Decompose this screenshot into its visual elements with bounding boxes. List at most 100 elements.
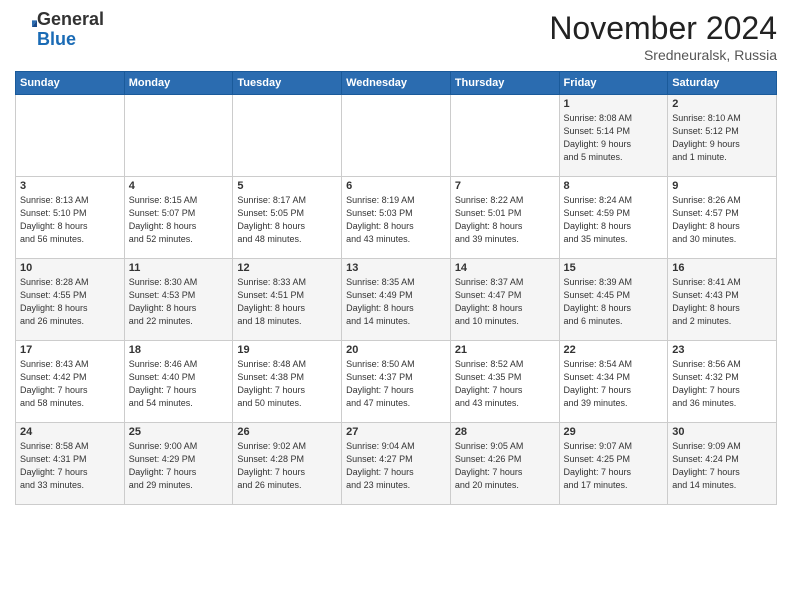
location: Sredneuralsk, Russia — [549, 47, 777, 63]
day-cell: 29 Sunrise: 9:07 AM Sunset: 4:25 PM Dayli… — [559, 423, 668, 505]
day-number: 24 — [20, 426, 120, 438]
day-info: Sunrise: 8:22 AM Sunset: 5:01 PM Dayligh… — [455, 194, 555, 246]
day-cell — [233, 95, 342, 177]
day-cell — [124, 95, 233, 177]
col-saturday: Saturday — [668, 72, 777, 95]
day-info: Sunrise: 8:37 AM Sunset: 4:47 PM Dayligh… — [455, 276, 555, 328]
day-cell: 10 Sunrise: 8:28 AM Sunset: 4:55 PM Dayli… — [16, 259, 125, 341]
calendar-table: Sunday Monday Tuesday Wednesday Thursday… — [15, 71, 777, 505]
col-thursday: Thursday — [450, 72, 559, 95]
day-cell: 26 Sunrise: 9:02 AM Sunset: 4:28 PM Dayli… — [233, 423, 342, 505]
logo-general: General — [37, 9, 104, 29]
day-number: 11 — [129, 262, 229, 274]
calendar-body: 1 Sunrise: 8:08 AM Sunset: 5:14 PM Daylig… — [16, 95, 777, 505]
day-cell: 21 Sunrise: 8:52 AM Sunset: 4:35 PM Dayli… — [450, 341, 559, 423]
day-info: Sunrise: 8:35 AM Sunset: 4:49 PM Dayligh… — [346, 276, 446, 328]
day-cell: 13 Sunrise: 8:35 AM Sunset: 4:49 PM Dayli… — [342, 259, 451, 341]
day-cell: 28Sunrise: 9:05 AM Sunset: 4:26 PM Dayli… — [450, 423, 559, 505]
day-number: 10 — [20, 262, 120, 274]
day-cell: 25 Sunrise: 9:00 AM Sunset: 4:29 PM Dayli… — [124, 423, 233, 505]
day-number: 16 — [672, 262, 772, 274]
day-info: Sunrise: 8:28 AM Sunset: 4:55 PM Dayligh… — [20, 276, 120, 328]
day-number: 9 — [672, 180, 772, 192]
day-info: Sunrise: 9:00 AM Sunset: 4:29 PM Dayligh… — [129, 440, 229, 492]
day-cell: 17 Sunrise: 8:43 AM Sunset: 4:42 PM Dayli… — [16, 341, 125, 423]
day-info: Sunrise: 8:52 AM Sunset: 4:35 PM Dayligh… — [455, 358, 555, 410]
day-number: 13 — [346, 262, 446, 274]
day-info: Sunrise: 8:41 AM Sunset: 4:43 PM Dayligh… — [672, 276, 772, 328]
header-row: Sunday Monday Tuesday Wednesday Thursday… — [16, 72, 777, 95]
day-number: 28 — [455, 426, 555, 438]
col-friday: Friday — [559, 72, 668, 95]
day-cell: 6 Sunrise: 8:19 AM Sunset: 5:03 PM Daylig… — [342, 177, 451, 259]
day-cell: 3 Sunrise: 8:13 AM Sunset: 5:10 PM Daylig… — [16, 177, 125, 259]
day-info: Sunrise: 8:13 AM Sunset: 5:10 PM Dayligh… — [20, 194, 120, 246]
day-info: Sunrise: 8:39 AM Sunset: 4:45 PM Dayligh… — [564, 276, 664, 328]
day-number: 23 — [672, 344, 772, 356]
logo: General Blue — [15, 10, 104, 50]
day-number: 7 — [455, 180, 555, 192]
day-info: Sunrise: 8:54 AM Sunset: 4:34 PM Dayligh… — [564, 358, 664, 410]
week-row-2: 3 Sunrise: 8:13 AM Sunset: 5:10 PM Daylig… — [16, 177, 777, 259]
day-cell: 16 Sunrise: 8:41 AM Sunset: 4:43 PM Dayli… — [668, 259, 777, 341]
day-cell: 30 Sunrise: 9:09 AM Sunset: 4:24 PM Dayli… — [668, 423, 777, 505]
header: General Blue November 2024 Sredneuralsk,… — [15, 10, 777, 63]
day-info: Sunrise: 8:33 AM Sunset: 4:51 PM Dayligh… — [237, 276, 337, 328]
day-number: 8 — [564, 180, 664, 192]
day-number: 2 — [672, 98, 772, 110]
day-info: Sunrise: 8:15 AM Sunset: 5:07 PM Dayligh… — [129, 194, 229, 246]
day-cell: 18Sunrise: 8:46 AM Sunset: 4:40 PM Dayli… — [124, 341, 233, 423]
day-number: 21 — [455, 344, 555, 356]
day-number: 3 — [20, 180, 120, 192]
day-number: 12 — [237, 262, 337, 274]
month-title: November 2024 — [549, 10, 777, 47]
day-info: Sunrise: 8:56 AM Sunset: 4:32 PM Dayligh… — [672, 358, 772, 410]
day-cell: 27 Sunrise: 9:04 AM Sunset: 4:27 PM Dayli… — [342, 423, 451, 505]
day-number: 19 — [237, 344, 337, 356]
day-number: 4 — [129, 180, 229, 192]
day-info: Sunrise: 8:46 AM Sunset: 4:40 PM Dayligh… — [129, 358, 229, 410]
day-info: Sunrise: 8:58 AM Sunset: 4:31 PM Dayligh… — [20, 440, 120, 492]
day-number: 14 — [455, 262, 555, 274]
title-block: November 2024 Sredneuralsk, Russia — [549, 10, 777, 63]
day-number: 26 — [237, 426, 337, 438]
page-container: General Blue November 2024 Sredneuralsk,… — [0, 0, 792, 510]
day-cell — [342, 95, 451, 177]
day-info: Sunrise: 8:19 AM Sunset: 5:03 PM Dayligh… — [346, 194, 446, 246]
day-number: 27 — [346, 426, 446, 438]
day-info: Sunrise: 9:02 AM Sunset: 4:28 PM Dayligh… — [237, 440, 337, 492]
day-cell: 23 Sunrise: 8:56 AM Sunset: 4:32 PM Dayli… — [668, 341, 777, 423]
day-number: 30 — [672, 426, 772, 438]
day-number: 5 — [237, 180, 337, 192]
day-number: 22 — [564, 344, 664, 356]
day-info: Sunrise: 9:07 AM Sunset: 4:25 PM Dayligh… — [564, 440, 664, 492]
day-cell: 7 Sunrise: 8:22 AM Sunset: 5:01 PM Daylig… — [450, 177, 559, 259]
week-row-4: 17 Sunrise: 8:43 AM Sunset: 4:42 PM Dayli… — [16, 341, 777, 423]
day-info: Sunrise: 8:10 AM Sunset: 5:12 PM Dayligh… — [672, 112, 772, 164]
day-info: Sunrise: 8:08 AM Sunset: 5:14 PM Dayligh… — [564, 112, 664, 164]
day-number: 15 — [564, 262, 664, 274]
day-number: 25 — [129, 426, 229, 438]
day-number: 6 — [346, 180, 446, 192]
day-info: Sunrise: 9:09 AM Sunset: 4:24 PM Dayligh… — [672, 440, 772, 492]
day-cell: 20Sunrise: 8:50 AM Sunset: 4:37 PM Dayli… — [342, 341, 451, 423]
day-number: 17 — [20, 344, 120, 356]
day-number: 1 — [564, 98, 664, 110]
day-number: 29 — [564, 426, 664, 438]
day-info: Sunrise: 8:17 AM Sunset: 5:05 PM Dayligh… — [237, 194, 337, 246]
day-info: Sunrise: 8:26 AM Sunset: 4:57 PM Dayligh… — [672, 194, 772, 246]
day-cell: 8 Sunrise: 8:24 AM Sunset: 4:59 PM Daylig… — [559, 177, 668, 259]
week-row-3: 10 Sunrise: 8:28 AM Sunset: 4:55 PM Dayli… — [16, 259, 777, 341]
day-info: Sunrise: 8:43 AM Sunset: 4:42 PM Dayligh… — [20, 358, 120, 410]
day-cell: 1 Sunrise: 8:08 AM Sunset: 5:14 PM Daylig… — [559, 95, 668, 177]
week-row-5: 24 Sunrise: 8:58 AM Sunset: 4:31 PM Dayli… — [16, 423, 777, 505]
day-info: Sunrise: 8:24 AM Sunset: 4:59 PM Dayligh… — [564, 194, 664, 246]
day-cell: 12 Sunrise: 8:33 AM Sunset: 4:51 PM Dayli… — [233, 259, 342, 341]
day-cell: 11Sunrise: 8:30 AM Sunset: 4:53 PM Dayli… — [124, 259, 233, 341]
day-info: Sunrise: 8:48 AM Sunset: 4:38 PM Dayligh… — [237, 358, 337, 410]
day-info: Sunrise: 9:04 AM Sunset: 4:27 PM Dayligh… — [346, 440, 446, 492]
day-cell — [16, 95, 125, 177]
col-monday: Monday — [124, 72, 233, 95]
logo-icon — [17, 17, 37, 37]
col-wednesday: Wednesday — [342, 72, 451, 95]
